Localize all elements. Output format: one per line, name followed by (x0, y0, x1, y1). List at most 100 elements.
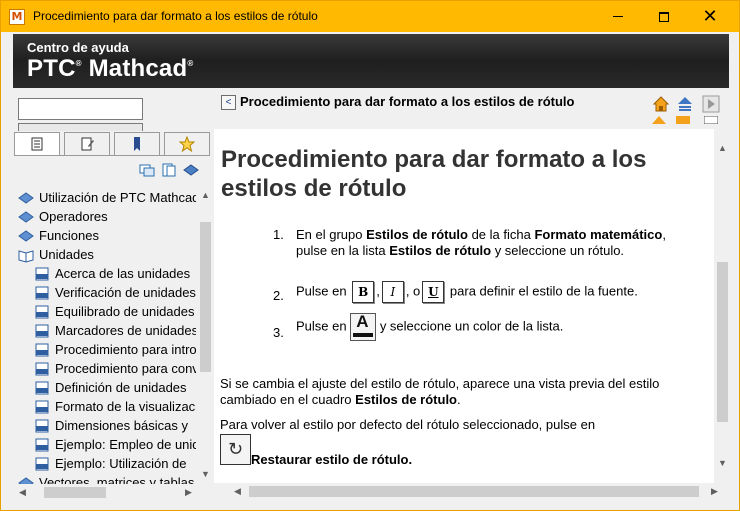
toc-item-label: Formato de la visualización (55, 399, 196, 414)
toc-tree: Utilización de PTC Mathcad Operadores Fu… (14, 186, 196, 484)
scroll-up-arrow-icon[interactable]: ▲ (197, 186, 214, 203)
bold-format-button: B (352, 281, 375, 303)
minimize-icon (613, 16, 623, 17)
book-closed-icon (18, 476, 34, 484)
maximize-button[interactable] (641, 1, 687, 32)
italic-format-button: I (381, 281, 404, 303)
expand-books-icon[interactable] (183, 162, 199, 178)
window-title: Procedimiento para dar formato a los est… (33, 9, 318, 23)
toc-item[interactable]: Procedimiento para convertir (34, 359, 196, 378)
minimize-button[interactable] (595, 1, 641, 32)
toc-item[interactable]: Formato de la visualización (34, 397, 196, 416)
html-page-icon (35, 438, 49, 451)
tab-bookmarks[interactable] (114, 132, 160, 156)
nav-tabs (14, 132, 210, 156)
html-page-icon (35, 381, 49, 394)
scroll-down-arrow-icon[interactable]: ▼ (197, 465, 214, 482)
topic-bar-title: Procedimiento para dar formato a los est… (240, 94, 575, 109)
toc-item[interactable]: Funciones (18, 226, 99, 245)
toc-item[interactable]: Operadores (18, 207, 108, 226)
font-color-button: A (350, 313, 377, 341)
html-page-icon (35, 400, 49, 413)
toc-item-label: Equilibrado de unidades (55, 304, 195, 319)
restore-style-label: Restaurar estilo de rótulo. (251, 452, 413, 467)
previous-topic-icon[interactable] (652, 116, 666, 124)
content-vertical-scrollbar[interactable]: ▲ ▼ (714, 129, 731, 483)
tab-divider (14, 155, 210, 156)
tab-index[interactable] (64, 132, 110, 156)
toc-vertical-scrollbar[interactable]: ▲ ▼ (197, 186, 214, 484)
scroll-right-arrow-icon[interactable]: ▶ (706, 483, 723, 500)
next-topic-icon[interactable] (676, 116, 690, 124)
toc-item[interactable]: Ejemplo: Empleo de unidades (34, 435, 196, 454)
scroll-thumb[interactable] (200, 222, 211, 372)
toc-item[interactable]: Vectores, matrices y tablas (18, 473, 194, 484)
html-page-icon (35, 305, 49, 318)
browse-up-icon[interactable] (676, 95, 694, 113)
brand-product: Mathcad (88, 55, 188, 82)
toc-item-label: Ejemplo: Empleo de unidades (55, 437, 196, 452)
step-number: 3. (273, 325, 284, 340)
scroll-thumb[interactable] (44, 487, 106, 498)
toc-item-label: Unidades (39, 247, 94, 262)
topic-nav-icons (650, 93, 722, 124)
tab-favorites[interactable] (164, 132, 210, 156)
print-topic-icon[interactable] (161, 162, 177, 178)
scroll-right-arrow-icon[interactable]: ▶ (180, 484, 197, 501)
note-restore: Para volver al estilo por defecto del ró… (220, 417, 596, 432)
toc-item[interactable]: Procedimiento para introducir (34, 340, 196, 359)
toc-item[interactable]: Unidades (18, 245, 94, 264)
maximize-icon (659, 11, 669, 22)
toc-item-label: Funciones (39, 228, 99, 243)
home-icon[interactable] (652, 95, 670, 113)
scroll-left-arrow-icon[interactable]: ◀ (14, 484, 31, 501)
title-bar: M Procedimiento para dar formato a los e… (1, 1, 739, 32)
step-number: 2. (273, 288, 284, 303)
toc-item-label: Procedimiento para convertir (55, 361, 196, 376)
toc-item-label: Vectores, matrices y tablas (39, 475, 195, 484)
toc-item[interactable]: Dimensiones básicas y (34, 416, 188, 435)
browse-next-icon[interactable] (702, 95, 720, 113)
content-horizontal-scrollbar[interactable]: ◀ ▶ (219, 483, 731, 500)
step-text: Pulse en A y seleccione un color de la l… (296, 313, 696, 341)
scroll-thumb[interactable] (717, 262, 728, 422)
toc-toolbar (139, 162, 209, 180)
toc-item[interactable]: Acerca de las unidades (34, 264, 190, 283)
topic-header-bar: < Procedimiento para dar formato a los e… (219, 93, 722, 124)
html-page-icon (35, 457, 49, 470)
scroll-down-arrow-icon[interactable]: ▼ (714, 454, 731, 471)
help-window: M Procedimiento para dar formato a los e… (0, 0, 740, 511)
note-preview: Si se cambia el ajuste del estilo de rót… (220, 376, 660, 407)
search-input[interactable] (18, 98, 143, 120)
close-button[interactable]: ✕ (687, 1, 733, 32)
toc-item[interactable]: Ejemplo: Utilización de (34, 454, 187, 473)
html-page-icon (35, 267, 49, 280)
toc-horizontal-scrollbar[interactable]: ◀ ▶ (14, 484, 214, 501)
scroll-left-arrow-icon[interactable]: ◀ (229, 483, 246, 500)
book-closed-icon (18, 210, 34, 223)
toc-item-label: Procedimiento para introducir (55, 342, 196, 357)
close-icon: ✕ (702, 6, 718, 26)
index-icon (81, 137, 94, 151)
mathcad-app-icon: M (9, 9, 25, 25)
toc-item-label: Definición de unidades (55, 380, 187, 395)
scroll-up-arrow-icon[interactable]: ▲ (714, 139, 731, 156)
html-page-icon (35, 343, 49, 356)
collapse-pane-button[interactable]: < (221, 95, 236, 110)
topic-heading: Procedimiento para dar formato a los est… (221, 146, 647, 202)
toc-item[interactable]: Definición de unidades (34, 378, 187, 397)
scroll-thumb[interactable] (249, 486, 699, 497)
search-button[interactable] (18, 123, 143, 131)
toc-item[interactable]: Equilibrado de unidades (34, 302, 195, 321)
toc-item[interactable]: Verificación de unidades (34, 283, 196, 302)
tab-contents[interactable] (14, 132, 60, 156)
contents-icon (31, 137, 43, 151)
html-page-icon (35, 324, 49, 337)
toc-item[interactable]: Marcadores de unidades (34, 321, 196, 340)
sync-toc-icon[interactable] (139, 162, 155, 178)
print-icon[interactable] (704, 116, 718, 124)
toc-item-label: Dimensiones básicas y (55, 418, 188, 433)
toc-item[interactable]: Utilización de PTC Mathcad (18, 188, 196, 207)
book-closed-icon (18, 191, 34, 204)
toc-item-label: Acerca de las unidades (55, 266, 191, 281)
